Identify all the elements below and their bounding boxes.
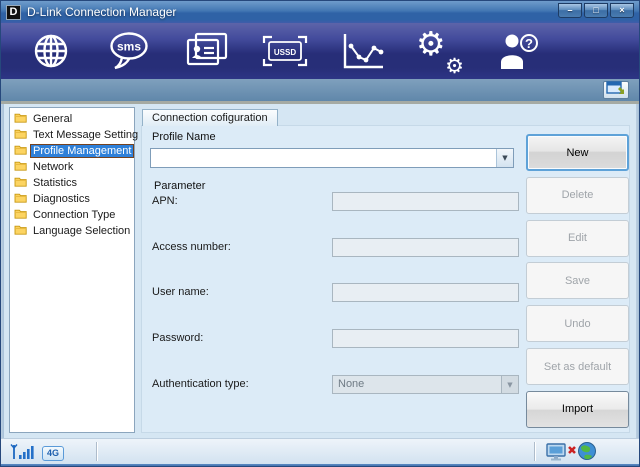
action-buttons: New Delete Edit Save Undo Set as default…: [526, 134, 629, 428]
statusbar: 4G: [1, 438, 639, 464]
help-button[interactable]: ?: [487, 25, 551, 77]
password-label: Password:: [152, 332, 203, 344]
sub-toolbar-strip: [1, 79, 639, 101]
gears-icon: ⚙ ⚙: [416, 28, 466, 74]
statistics-button[interactable]: [331, 25, 395, 77]
save-button: Save: [526, 262, 629, 299]
main-toolbar: sms USS: [1, 23, 639, 79]
chevron-down-icon: ▼: [501, 376, 518, 393]
help-icon: ?: [498, 31, 540, 71]
access-number-label: Access number:: [152, 241, 231, 253]
contacts-icon: [185, 32, 229, 70]
profile-name-combobox[interactable]: ▼: [150, 148, 514, 168]
minimize-button[interactable]: –: [558, 3, 582, 18]
window-switch-icon: [606, 81, 626, 99]
folder-icon: [14, 128, 27, 142]
user-name-label: User name:: [152, 286, 209, 298]
titlebar[interactable]: D D-Link Connection Manager – □ ×: [1, 1, 639, 23]
set-as-default-button: Set as default: [526, 348, 629, 385]
app-window: D D-Link Connection Manager – □ ×: [0, 0, 640, 467]
statusbar-separator: [96, 442, 98, 461]
close-button[interactable]: ×: [610, 3, 634, 18]
user-name-input: [332, 283, 519, 302]
delete-button: Delete: [526, 177, 629, 214]
dlink-logo-icon: D: [6, 5, 21, 20]
window-frame-left: [1, 104, 4, 462]
profile-name-value: [151, 149, 496, 167]
settings-button[interactable]: ⚙ ⚙: [409, 25, 473, 77]
folder-icon: [14, 224, 27, 238]
contacts-button[interactable]: [175, 25, 239, 77]
line-chart-icon: [341, 31, 385, 71]
ussd-icon: USSD: [262, 34, 308, 68]
chevron-down-icon[interactable]: ▼: [496, 149, 513, 167]
sidebar-item-language-selection[interactable]: Language Selection: [12, 223, 134, 239]
new-button[interactable]: New: [526, 134, 629, 171]
folder-icon: [14, 144, 27, 158]
svg-text:USSD: USSD: [274, 48, 296, 57]
signal-strength-icon: [10, 443, 34, 463]
sidebar-item-statistics[interactable]: Statistics: [12, 175, 134, 191]
sidebar-item-diagnostics[interactable]: Diagnostics: [12, 191, 134, 207]
access-number-input: [332, 238, 519, 257]
sidebar-item-general[interactable]: General: [12, 111, 134, 127]
edit-button: Edit: [526, 220, 629, 257]
connection-configuration-panel: Profile Name ▼ Parameter APN: Access num…: [141, 125, 630, 433]
selected-item-highlight: Profile Management: [31, 145, 133, 157]
parameter-group-label: Parameter: [154, 180, 205, 192]
tab-connection-configuration[interactable]: Connection cofiguration: [142, 109, 278, 126]
folder-icon: [14, 112, 27, 126]
sidebar-item-connection-type[interactable]: Connection Type: [12, 207, 134, 223]
apn-input: [332, 192, 519, 211]
globe-icon: [31, 31, 71, 71]
window-controls: – □ ×: [558, 3, 634, 18]
authentication-type-select: None ▼: [332, 375, 519, 394]
svg-text:sms: sms: [117, 40, 141, 54]
window-title: D-Link Connection Manager: [27, 5, 558, 19]
profile-name-label: Profile Name: [152, 131, 216, 143]
internet-button[interactable]: [19, 25, 83, 77]
switch-view-button[interactable]: [603, 81, 629, 99]
svg-text:?: ?: [525, 36, 533, 51]
ussd-button[interactable]: USSD: [253, 25, 317, 77]
sidebar-item-network[interactable]: Network: [12, 159, 134, 175]
authentication-type-label: Authentication type:: [152, 378, 249, 390]
password-input: [332, 329, 519, 348]
sms-icon: sms: [107, 31, 151, 71]
maximize-button[interactable]: □: [584, 3, 608, 18]
window-frame-right: [636, 104, 639, 462]
undo-button: Undo: [526, 305, 629, 342]
authentication-type-value: None: [333, 376, 501, 393]
folder-icon: [14, 160, 27, 174]
folder-icon: [14, 176, 27, 190]
connection-status-icon: [545, 441, 599, 466]
sidebar-nav: General Text Message Setting Profile Man…: [9, 107, 135, 433]
separator: [1, 101, 639, 104]
sidebar-item-text-message-setting[interactable]: Text Message Setting: [12, 127, 134, 143]
network-badge-4g: 4G: [42, 446, 64, 461]
folder-icon: [14, 192, 27, 206]
import-button[interactable]: Import: [526, 391, 629, 428]
apn-label: APN:: [152, 195, 178, 207]
folder-icon: [14, 208, 27, 222]
sidebar-item-profile-management[interactable]: Profile Management: [12, 143, 134, 159]
statusbar-separator: [534, 442, 536, 461]
sms-button[interactable]: sms: [97, 25, 161, 77]
